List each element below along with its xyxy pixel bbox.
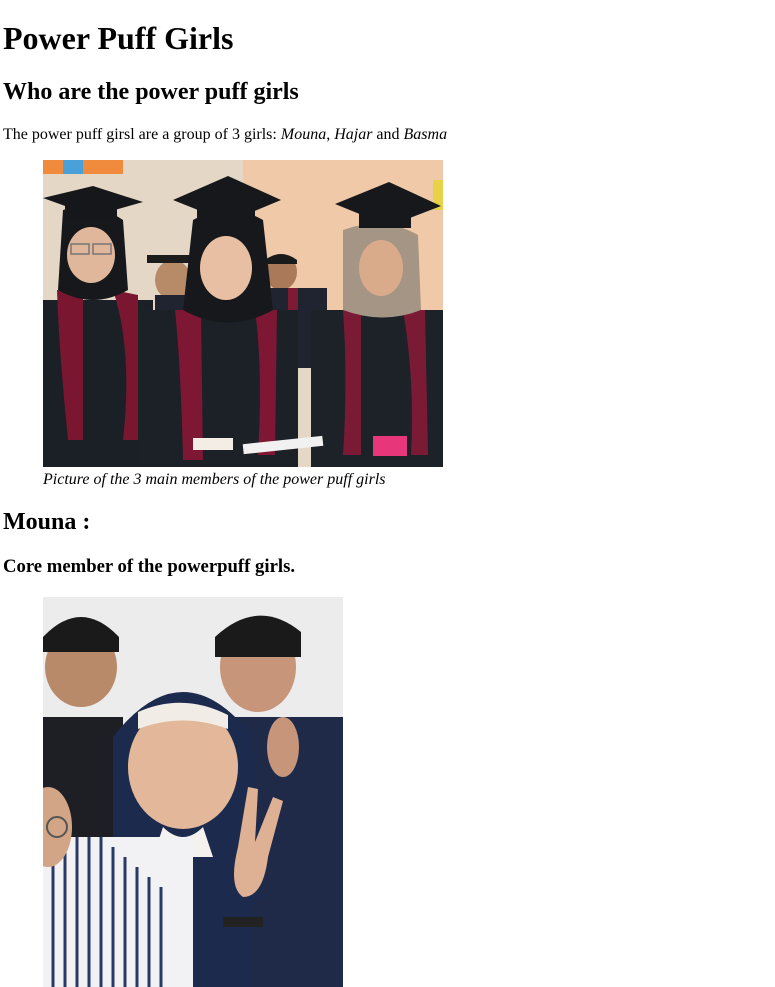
member-heading: Mouna : [3,509,91,535]
member-photo-illustration [43,597,343,987]
member-role: Core member of the powerpuff girls. [3,556,296,577]
group-caption: Picture of the 3 main members of the pow… [43,471,386,488]
member-name-mouna: Mouna [280,126,327,143]
group-figure: Picture of the 3 main members of the pow… [43,160,443,490]
member-name-hajar: Hajar [334,126,373,143]
member-photo [43,597,343,987]
intro-heading: Who are the power puff girls [3,79,299,105]
page-title: Power Puff Girls [3,20,234,56]
intro-separator: and [372,126,404,143]
intro-text: The power puff girsl are a group of 3 gi… [3,126,281,143]
group-photo [43,160,443,467]
intro-paragraph: The power puff girsl are a group of 3 gi… [3,125,447,145]
group-photo-illustration [43,160,443,467]
intro-separator: , [326,126,335,143]
member-name-basma: Basma [403,126,448,143]
